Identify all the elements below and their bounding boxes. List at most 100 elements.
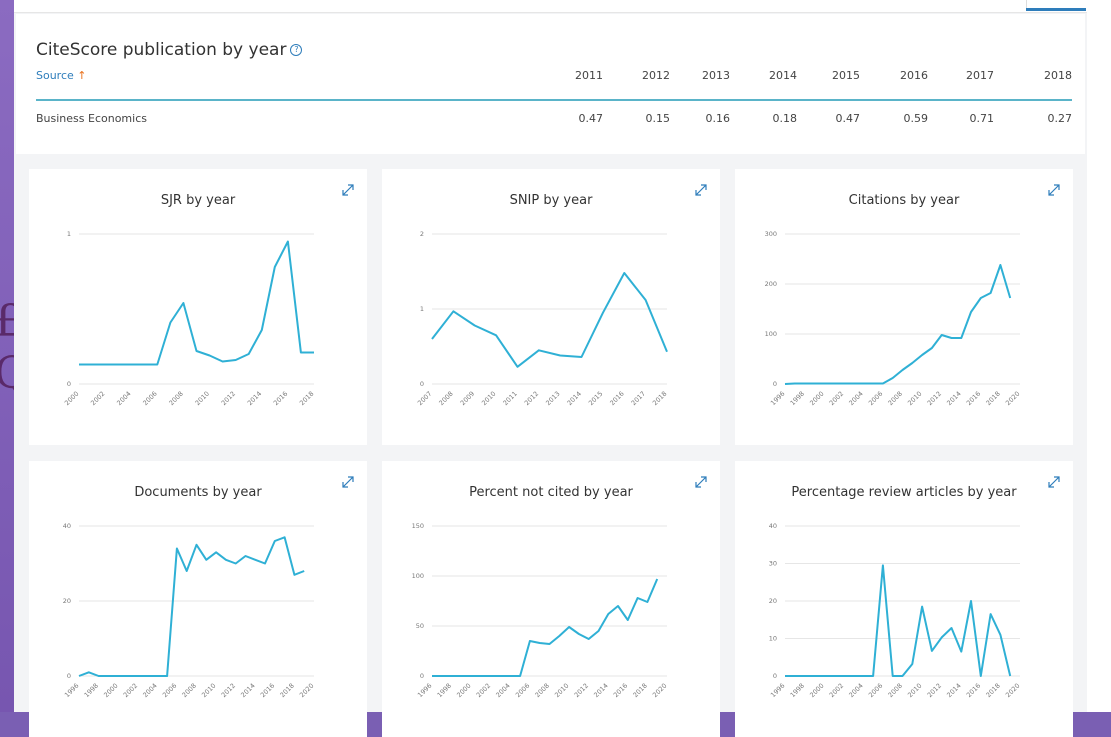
x-tick-label: 2000 [455, 682, 472, 699]
x-tick-label: 2018 [984, 682, 1001, 699]
x-tick-label: 2004 [847, 682, 864, 699]
x-tick-label: 2014 [945, 390, 962, 407]
x-tick-label: 2012 [573, 682, 590, 699]
series-line [432, 578, 659, 677]
x-tick-label: 2002 [122, 682, 139, 699]
y-tick-label: 0 [420, 672, 424, 680]
x-tick-label: 2006 [141, 390, 158, 407]
citescore-value: 0.15 [645, 112, 671, 125]
chart-svg: 020401996 1998 2000 2002 2004 2006 2008 2010 201… [63, 522, 316, 699]
x-tick-label: 2018 [984, 390, 1001, 407]
chart-svg: 01002003001996 1998 2000 2002 2004 2006 2008 20… [765, 230, 1022, 407]
x-tick-label: 2014 [592, 682, 609, 699]
x-tick-label: 2016 [272, 390, 289, 407]
y-tick-label: 40 [769, 522, 777, 530]
y-tick-label: 200 [765, 280, 777, 288]
y-tick-label: 10 [769, 635, 777, 643]
x-tick-label: 2017 [630, 390, 647, 407]
series-line [785, 564, 1012, 677]
help-icon[interactable]: ? [290, 44, 303, 56]
x-tick-label: 2002 [828, 390, 845, 407]
citescore-value: 0.27 [1047, 112, 1073, 125]
active-tab-indicator[interactable] [1026, 0, 1086, 11]
source-sort-header[interactable]: Source ↑ [36, 69, 87, 82]
x-tick-label: 2020 [1004, 390, 1021, 407]
x-tick-label: 2010 [906, 682, 923, 699]
x-tick-label: 2012 [926, 682, 943, 699]
chart-card-review-articles: Percentage review articles by year 0 10 20… [735, 461, 1073, 737]
chart-card-snip: SNIP by year 0 1 2 2007 2008 2009 2010 2011 2012… [382, 169, 720, 445]
x-tick-label: 2014 [945, 682, 962, 699]
y-tick-label: 20 [63, 597, 71, 605]
x-tick-label: 2008 [168, 390, 185, 407]
year-header: 2012 [642, 69, 670, 82]
chart-svg: 0102030401996 1998 2000 2002 2004 2006 2008 201… [769, 522, 1022, 699]
x-tick-label: 2006 [867, 682, 884, 699]
x-tick-label: 2006 [867, 390, 884, 407]
x-tick-label: 2008 [534, 682, 551, 699]
year-header: 2016 [900, 69, 928, 82]
citescore-table-header: Source ↑ 2011 2012 2013 2014 2015 2016 2… [36, 69, 1072, 101]
x-tick-label: 2016 [965, 682, 982, 699]
chart-svg: 0 1 2000 2002 2004 2006 2008 2010 2012 2014 2016 20… [63, 230, 315, 407]
year-header: 2015 [832, 69, 860, 82]
x-tick-label: 2000 [63, 390, 80, 407]
x-tick-label: 2004 [141, 682, 158, 699]
x-tick-label: 2002 [89, 390, 106, 407]
x-tick-label: 2020 [651, 682, 668, 699]
citescore-value: 0.18 [772, 112, 798, 125]
x-tick-label: 2020 [298, 682, 315, 699]
x-tick-label: 2009 [459, 390, 476, 407]
x-tick-label: 2004 [847, 390, 864, 407]
x-tick-label: 2006 [514, 682, 531, 699]
chart-card-sjr: SJR by year 0 1 2000 2002 2004 2006 2008 2010 20… [29, 169, 367, 445]
x-tick-label: 2016 [259, 682, 276, 699]
x-tick-label: 1998 [789, 390, 806, 407]
x-tick-label: 2008 [887, 390, 904, 407]
citescore-value: 0.47 [578, 112, 604, 125]
citescore-title-text: CiteScore publication by year [36, 40, 287, 60]
series-line [431, 272, 668, 368]
year-header: 2014 [769, 69, 797, 82]
y-tick-label: 1 [420, 305, 424, 313]
x-tick-label: 2018 [278, 682, 295, 699]
x-tick-label: 2018 [631, 682, 648, 699]
x-tick-label: 2016 [965, 390, 982, 407]
sort-arrow-icon: ↑ [77, 69, 87, 82]
tab-divider [966, 0, 1027, 10]
x-tick-label: 1996 [769, 390, 786, 407]
x-tick-label: 1998 [83, 682, 100, 699]
x-tick-label: 2014 [239, 682, 256, 699]
y-tick-label: 0 [67, 380, 71, 388]
chart-card-citations: Citations by year 0 100 200 300 1996 1998 2000… [735, 169, 1073, 445]
chart-svg: 0122007 2008 2009 2010 2011 2012 2013 2014 2015 2… [416, 230, 668, 407]
x-tick-label: 2010 [553, 682, 570, 699]
x-tick-label: 2012 [523, 390, 540, 407]
y-tick-label: 100 [412, 572, 424, 580]
x-tick-label: 2018 [298, 390, 315, 407]
table-row: Business Economics 0.47 0.15 0.16 0.18 0… [36, 112, 1072, 132]
series-line [79, 240, 314, 366]
citescore-value: 0.16 [705, 112, 731, 125]
x-tick-label: 2000 [808, 682, 825, 699]
x-tick-label: 2010 [906, 390, 923, 407]
y-tick-label: 1 [67, 230, 71, 238]
x-tick-label: 2002 [828, 682, 845, 699]
year-header: 2013 [702, 69, 730, 82]
x-tick-label: 2006 [161, 682, 178, 699]
x-tick-label: 2020 [1004, 682, 1021, 699]
x-tick-label: 2018 [651, 390, 668, 407]
y-tick-label: 20 [769, 597, 777, 605]
x-tick-label: 2008 [887, 682, 904, 699]
x-tick-label: 2000 [808, 390, 825, 407]
row-source-name: Business Economics [36, 112, 147, 125]
y-tick-label: 2 [420, 230, 424, 238]
x-tick-label: 1998 [789, 682, 806, 699]
citescore-value: 0.47 [835, 112, 861, 125]
x-tick-label: 2015 [587, 390, 604, 407]
x-tick-label: 2014 [566, 390, 583, 407]
year-header: 2017 [966, 69, 994, 82]
x-tick-label: 2016 [612, 682, 629, 699]
y-tick-label: 40 [63, 522, 71, 530]
series-line [784, 264, 1012, 385]
